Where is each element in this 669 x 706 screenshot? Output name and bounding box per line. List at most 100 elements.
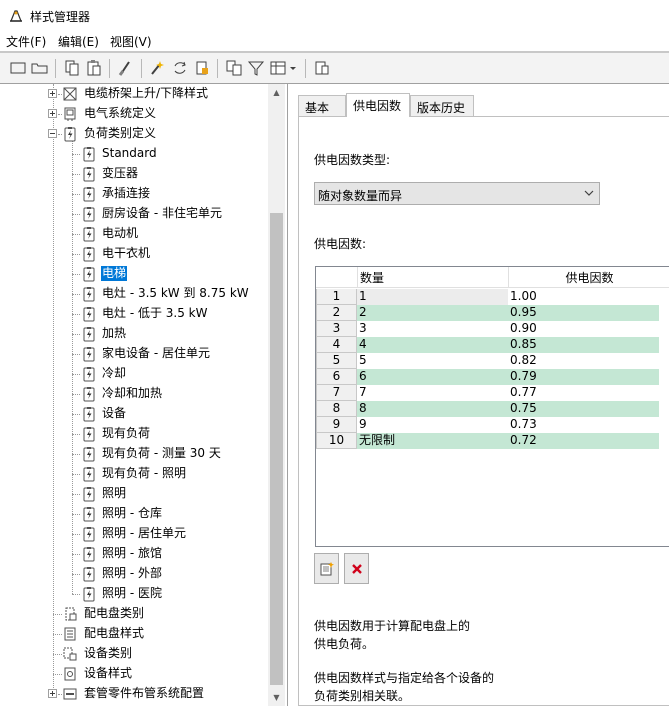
tree-item[interactable]: 配电盘类别 xyxy=(0,604,268,624)
help-icon[interactable] xyxy=(312,58,332,78)
copy-icon[interactable] xyxy=(62,58,82,78)
menu-view[interactable]: 视图(V) xyxy=(110,33,152,50)
expand-icon[interactable] xyxy=(48,689,57,698)
tree-item[interactable]: 照明 - 外部 xyxy=(0,564,268,584)
quantity-cell[interactable]: 8 xyxy=(357,401,508,417)
table-row[interactable]: 3 3 0.90 xyxy=(316,321,669,337)
tree-item[interactable]: 电灶 - 3.5 kW 到 8.75 kW xyxy=(0,284,268,304)
row-number[interactable]: 1 xyxy=(316,289,357,305)
paste-icon[interactable] xyxy=(84,58,104,78)
tree-item[interactable]: 设备 xyxy=(0,404,268,424)
demand-factor-cell[interactable]: 0.82 xyxy=(508,353,659,369)
tree-item[interactable]: 电干衣机 xyxy=(0,244,268,264)
row-number[interactable]: 5 xyxy=(316,353,357,369)
tree-item[interactable]: 照明 - 医院 xyxy=(0,584,268,604)
tree-item[interactable]: 电灶 - 低于 3.5 kW xyxy=(0,304,268,324)
quantity-cell[interactable]: 4 xyxy=(357,337,508,353)
tree-item[interactable]: 厨房设备 - 非住宅单元 xyxy=(0,204,268,224)
purge-icon[interactable] xyxy=(116,58,136,78)
row-number[interactable]: 10 xyxy=(316,433,357,449)
tree-item[interactable]: 照明 - 仓库 xyxy=(0,504,268,524)
demand-factor-type-dropdown[interactable]: 随对象数量而异 xyxy=(314,182,600,205)
row-number[interactable]: 6 xyxy=(316,369,357,385)
add-row-button[interactable] xyxy=(314,553,339,584)
tree-item[interactable]: 现有负荷 - 测量 30 天 xyxy=(0,444,268,464)
tree-item[interactable]: 电气系统定义 xyxy=(0,104,268,124)
collapse-icon[interactable] xyxy=(48,129,57,138)
table-row[interactable]: 9 9 0.73 xyxy=(316,417,669,433)
demand-factor-cell[interactable]: 0.75 xyxy=(508,401,659,417)
table-row[interactable]: 7 7 0.77 xyxy=(316,385,669,401)
quantity-cell[interactable]: 6 xyxy=(357,369,508,385)
tab-demand-factors[interactable]: 供电因数 xyxy=(346,93,410,117)
demand-factor-cell[interactable]: 1.00 xyxy=(508,289,659,305)
synchronize-icon[interactable] xyxy=(170,58,190,78)
tree-item[interactable]: 设备样式 xyxy=(0,664,268,684)
tree-item[interactable]: 变压器 xyxy=(0,164,268,184)
demand-factor-cell[interactable]: 0.90 xyxy=(508,321,659,337)
tree-item[interactable]: 加热 xyxy=(0,324,268,344)
quantity-cell[interactable]: 9 xyxy=(357,417,508,433)
tree-item[interactable]: 现有负荷 - 照明 xyxy=(0,464,268,484)
tree-item[interactable]: 家电设备 - 居住单元 xyxy=(0,344,268,364)
column-header-demand-factor[interactable]: 供电因数 xyxy=(508,267,669,288)
tree-item[interactable]: 电缆桥架上升/下降样式 xyxy=(0,84,268,104)
expand-icon[interactable] xyxy=(48,89,57,98)
tree-item[interactable]: 承插连接 xyxy=(0,184,268,204)
tree-scrollbar[interactable]: ▲ ▼ xyxy=(268,84,285,706)
tree-item[interactable]: 照明 xyxy=(0,484,268,504)
row-number[interactable]: 4 xyxy=(316,337,357,353)
tree-item[interactable]: 电梯 xyxy=(0,264,268,284)
filter-icon[interactable] xyxy=(246,58,266,78)
expand-icon[interactable] xyxy=(48,109,57,118)
open-folder-icon[interactable] xyxy=(30,58,50,78)
column-header-quantity[interactable]: 数量 xyxy=(357,267,508,288)
row-number[interactable]: 8 xyxy=(316,401,357,417)
scroll-up-arrow[interactable]: ▲ xyxy=(268,84,285,101)
lock-file-icon[interactable] xyxy=(192,58,212,78)
tree-item[interactable]: 冷却和加热 xyxy=(0,384,268,404)
tree-item[interactable]: 设备类别 xyxy=(0,644,268,664)
delete-row-button[interactable] xyxy=(344,553,369,584)
table-row[interactable]: 1 1 1.00 xyxy=(316,289,669,305)
demand-factor-cell[interactable]: 0.77 xyxy=(508,385,659,401)
table-row[interactable]: 8 8 0.75 xyxy=(316,401,669,417)
tree-item[interactable]: 照明 - 旅馆 xyxy=(0,544,268,564)
quantity-cell[interactable]: 2 xyxy=(357,305,508,321)
style-tree[interactable]: 电缆桥架上升/下降样式 电气系统定义 负荷类别定义 Standard 变压器 承插连接 厨房… xyxy=(0,84,288,706)
table-row[interactable]: 6 6 0.79 xyxy=(316,369,669,385)
tab-general[interactable]: 基本 xyxy=(298,95,346,116)
table-row[interactable]: 10 无限制 0.72 xyxy=(316,433,669,449)
demand-factor-cell[interactable]: 0.79 xyxy=(508,369,659,385)
tree-item[interactable]: 现有负荷 xyxy=(0,424,268,444)
quantity-cell[interactable]: 3 xyxy=(357,321,508,337)
compare-icon[interactable] xyxy=(224,58,244,78)
tree-item[interactable]: 负荷类别定义 xyxy=(0,124,268,144)
menu-file[interactable]: 文件(F) xyxy=(6,33,46,50)
edit-style-icon[interactable] xyxy=(148,58,168,78)
demand-factor-cell[interactable]: 0.72 xyxy=(508,433,659,449)
tree-item[interactable]: 配电盘样式 xyxy=(0,624,268,644)
menu-edit[interactable]: 编辑(E) xyxy=(58,33,99,50)
demand-factor-cell[interactable]: 0.85 xyxy=(508,337,659,353)
row-number[interactable]: 7 xyxy=(316,385,357,401)
quantity-cell[interactable]: 5 xyxy=(357,353,508,369)
scroll-down-arrow[interactable]: ▼ xyxy=(268,689,285,706)
row-number[interactable]: 2 xyxy=(316,305,357,321)
tree-item[interactable]: 套管零件布管系统配置 xyxy=(0,684,268,704)
new-icon[interactable] xyxy=(8,58,28,78)
table-row[interactable]: 5 5 0.82 xyxy=(316,353,669,369)
tree-item[interactable]: Standard xyxy=(0,144,268,164)
tree-item[interactable]: 照明 - 居住单元 xyxy=(0,524,268,544)
demand-factor-cell[interactable]: 0.95 xyxy=(508,305,659,321)
demand-factor-cell[interactable]: 0.73 xyxy=(508,417,659,433)
tab-version-history[interactable]: 版本历史 xyxy=(410,95,474,116)
row-number[interactable]: 9 xyxy=(316,417,357,433)
tree-item[interactable]: 冷却 xyxy=(0,364,268,384)
quantity-cell[interactable]: 无限制 xyxy=(357,433,508,449)
table-row[interactable]: 4 4 0.85 xyxy=(316,337,669,353)
quantity-cell[interactable]: 7 xyxy=(357,385,508,401)
quantity-cell[interactable]: 1 xyxy=(357,289,508,305)
tree-item[interactable]: 电动机 xyxy=(0,224,268,244)
table-row[interactable]: 2 2 0.95 xyxy=(316,305,669,321)
